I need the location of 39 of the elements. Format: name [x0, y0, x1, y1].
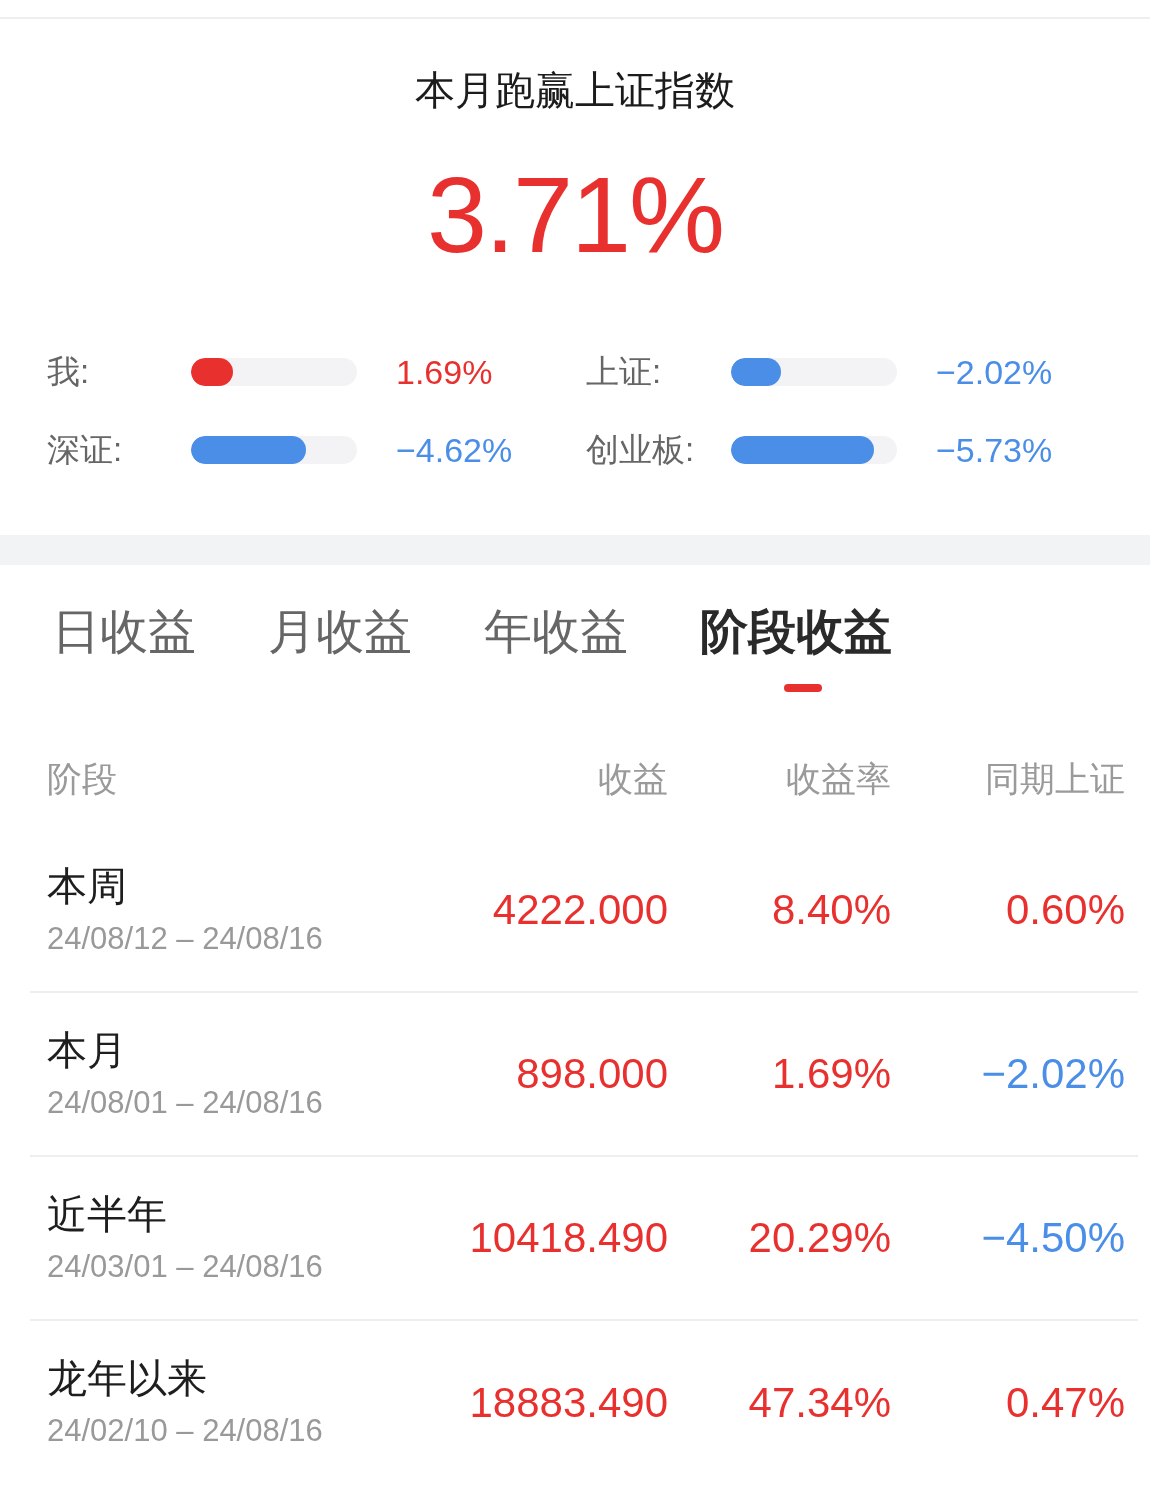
table-cell-text: 0.47% — [1005, 1377, 1125, 1428]
summary-title: 本月跑赢上证指数 — [415, 67, 735, 114]
period-name: 龙年以来 — [47, 1355, 207, 1402]
table-cell-text: 4222.000 — [492, 885, 668, 935]
tab[interactable]: 年收益 — [484, 602, 628, 662]
summary-value: 3.71% — [426, 153, 724, 277]
period-name: 本周 — [47, 862, 127, 910]
compare-label: 上证: — [586, 352, 662, 392]
date-range: 24/08/01 – 24/08/16 — [47, 1083, 323, 1122]
tab[interactable]: 阶段收益 — [700, 602, 892, 662]
compare-label: 创业板: — [586, 430, 695, 470]
period-name: 近半年 — [47, 1190, 167, 1238]
table-cell-text: −4.50% — [981, 1213, 1125, 1263]
compare-value: 1.69% — [396, 352, 493, 392]
table-cell-text: −2.02% — [981, 1049, 1125, 1099]
column-header: 收益率 — [786, 758, 891, 800]
table-cell-text: 1.69% — [771, 1049, 891, 1099]
compare-value: −5.73% — [936, 430, 1053, 470]
period-name: 本月 — [47, 1026, 127, 1074]
date-range: 24/03/01 – 24/08/16 — [47, 1247, 323, 1286]
tab[interactable]: 月收益 — [268, 602, 412, 662]
table-cell-text: 898.000 — [516, 1049, 668, 1099]
column-header: 同期上证 — [985, 758, 1125, 800]
table-cell-text: 8.40% — [771, 885, 891, 935]
date-range: 24/08/12 – 24/08/16 — [47, 919, 323, 958]
date-range: 24/02/10 – 24/08/16 — [47, 1412, 323, 1450]
table-cell-text: 18883.490 — [469, 1377, 668, 1428]
compare-label: 深证: — [47, 430, 123, 470]
table-cell-text: 0.60% — [1005, 885, 1125, 935]
tab-underline — [784, 684, 822, 692]
table-cell-text: 47.34% — [748, 1377, 891, 1428]
column-header: 阶段 — [47, 758, 117, 800]
table-cell-text: 10418.490 — [469, 1213, 668, 1263]
compare-label: 我: — [47, 352, 90, 392]
compare-value: −4.62% — [396, 430, 513, 470]
column-header: 收益 — [598, 758, 668, 800]
table-cell-text: 20.29% — [748, 1213, 891, 1263]
compare-value: −2.02% — [936, 352, 1053, 392]
tab[interactable]: 日收益 — [52, 602, 196, 662]
